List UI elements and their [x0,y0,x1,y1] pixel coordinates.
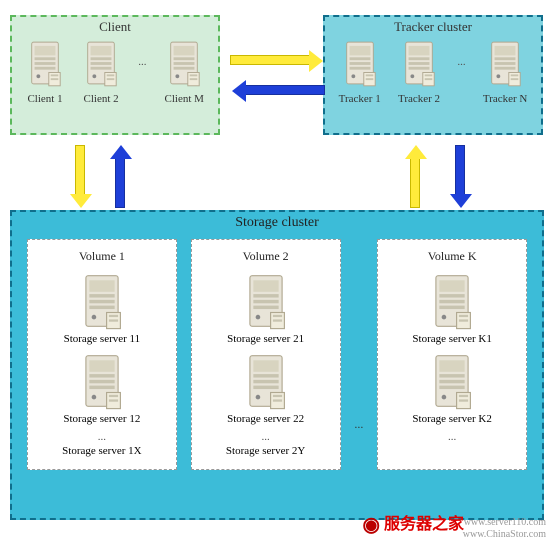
arrow-client-to-storage [75,145,85,195]
arrow-tracker-to-storage [455,145,465,195]
arrow-storage-to-tracker [410,158,420,208]
client-node: Client M [165,37,204,105]
server-icon [243,351,289,411]
storage-cluster: Storage cluster Volume 1 Storage server … [10,210,544,520]
client-title: Client [12,17,218,37]
arrow-client-to-tracker [230,55,310,65]
client-node: Client 2 [82,37,120,105]
volume: Volume 1 Storage server 11 Storage serve… [27,239,177,470]
client-cluster: Client Client 1 Client 2 ... Client M [10,15,220,135]
server-icon [26,37,64,89]
storage-title: Storage cluster [12,212,542,234]
brand-logo: 服务器之家 [363,510,464,537]
server-icon [341,37,379,89]
client-node: Client 1 [26,37,64,105]
volume: Volume K Storage server K1 Storage serve… [377,239,527,470]
arrow-storage-to-client [115,158,125,208]
server-icon [486,37,524,89]
arrow-tracker-to-client [245,85,325,95]
ellipsis: ... [354,277,363,432]
server-icon [243,271,289,331]
ellipsis: ... [457,56,465,86]
tracker-node: Tracker 2 [398,37,440,105]
server-icon [82,37,120,89]
watermark: www.server110.com www.ChinaStor.com [463,517,546,541]
tracker-title: Tracker cluster [325,17,541,37]
server-icon [400,37,438,89]
server-icon [429,351,475,411]
server-icon [429,271,475,331]
tracker-node: Tracker N [483,37,528,105]
server-icon [79,351,125,411]
ellipsis: ... [138,56,146,86]
volume: Volume 2 Storage server 21 Storage serve… [191,239,341,470]
server-icon [165,37,203,89]
tracker-cluster: Tracker cluster Tracker 1 Tracker 2 ... … [323,15,543,135]
tracker-node: Tracker 1 [339,37,381,105]
server-icon [79,271,125,331]
